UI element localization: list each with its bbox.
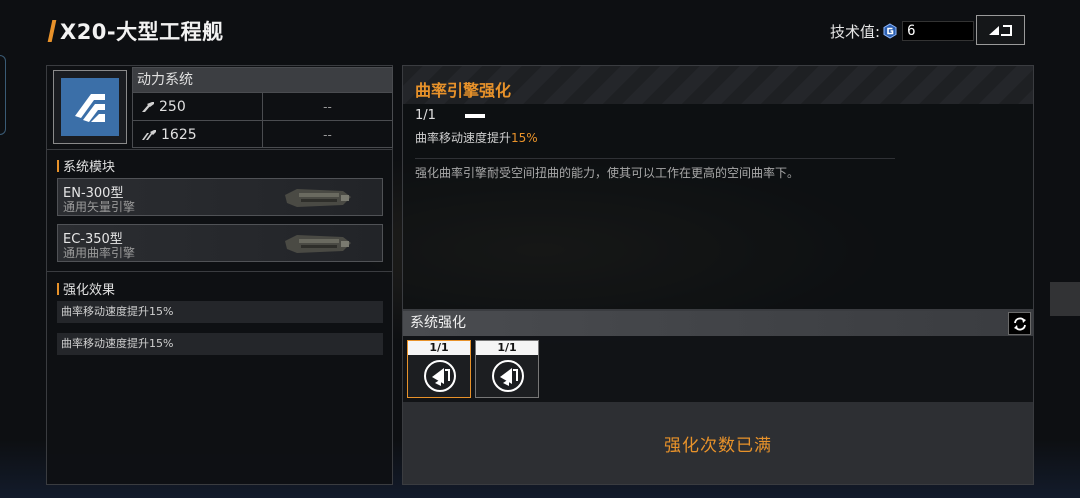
engine-model-image [285,189,351,207]
page-title: X20-大型工程舰 [60,20,224,44]
back-arrow-icon [988,25,1012,36]
system-name: 动力系统 [133,68,392,92]
power-system-icon [75,94,105,122]
engine-type: 通用曲率引擎 [63,246,136,260]
module-info-panel: 动力系统 250 -- 1625 -- 系统模块 EN-300型 通用矢量引擎 … [46,65,393,485]
page-header: X20-大型工程舰 [47,16,224,46]
engine-enhance-icon [492,360,524,392]
stat-speed: 250 [133,93,263,120]
slot-level: 1/1 [408,341,470,355]
stats-row: 250 -- [133,92,392,120]
effect-item: 曲率移动速度提升15% [57,333,383,355]
engine-card-en300[interactable]: EN-300型 通用矢量引擎 [57,178,383,216]
divider [47,271,392,272]
side-drawer-handle[interactable] [0,55,6,135]
system-enhance-heading: 系统强化 [403,311,1033,336]
background-panel-edge [1050,282,1080,316]
heading-accent-bar [57,282,59,295]
tech-value: 6 [902,21,975,41]
engine-card-ec350[interactable]: EC-350型 通用曲率引擎 [57,224,383,262]
tech-value-display: 技术值: 6 [830,19,975,43]
effect-prefix: 曲率移动速度提升 [415,131,512,145]
module-stats-table: 动力系统 250 -- 1625 -- [132,67,393,148]
refresh-button[interactable] [1008,312,1031,335]
level-progress-bar [465,114,485,118]
module-icon-background [61,78,119,136]
heading-accent-bar [57,159,59,172]
tech-label: 技术值: [830,22,881,41]
enhance-level: 1/1 [415,108,436,123]
max-enhance-text: 强化次数已满 [664,435,772,456]
divider [415,158,895,159]
accel-icon [142,129,156,140]
engine-type: 通用矢量引擎 [63,200,136,214]
effect-item: 曲率移动速度提升15% [57,301,383,323]
module-icon-frame[interactable] [53,70,127,144]
stat-accel: 1625 [133,121,263,148]
enhance-effects-label: 强化效果 [63,283,116,298]
system-modules-label: 系统模块 [63,160,116,175]
slot-level: 1/1 [476,341,538,355]
enhance-slot[interactable]: 1/1 [475,340,539,398]
enhance-slot-selected[interactable]: 1/1 [407,340,471,398]
stat-accel-extra: -- [323,127,332,142]
enhance-detail-panel: 曲率引擎强化 1/1 曲率移动速度提升15% 强化曲率引擎耐受空间扭曲的能力，使… [402,65,1034,310]
engine-enhance-icon [424,360,456,392]
stat-speed-value: 250 [159,98,186,115]
system-enhance-panel: 系统强化 1/1 1/1 强化次数已满 [402,310,1034,485]
stat-speed-extra: -- [323,99,332,114]
back-button[interactable] [976,15,1025,45]
refresh-icon [1013,317,1026,330]
divider [47,149,392,150]
detail-title: 曲率引擎强化 [415,81,512,100]
stat-accel-value: 1625 [161,126,197,143]
engine-model-image [285,235,351,253]
title-accent-bar [47,20,57,42]
tech-point-icon [883,23,897,39]
speed-icon [142,101,154,112]
max-enhance-area: 强化次数已满 [403,402,1033,484]
stats-row: 1625 -- [133,120,392,148]
system-modules-heading: 系统模块 [57,156,115,175]
effect-line: 曲率移动速度提升15% [415,129,538,146]
effect-value: 15% [511,131,538,145]
detail-description: 强化曲率引擎耐受空间扭曲的能力，使其可以工作在更高的空间曲率下。 [415,166,800,180]
enhance-effects-heading: 强化效果 [57,279,115,298]
